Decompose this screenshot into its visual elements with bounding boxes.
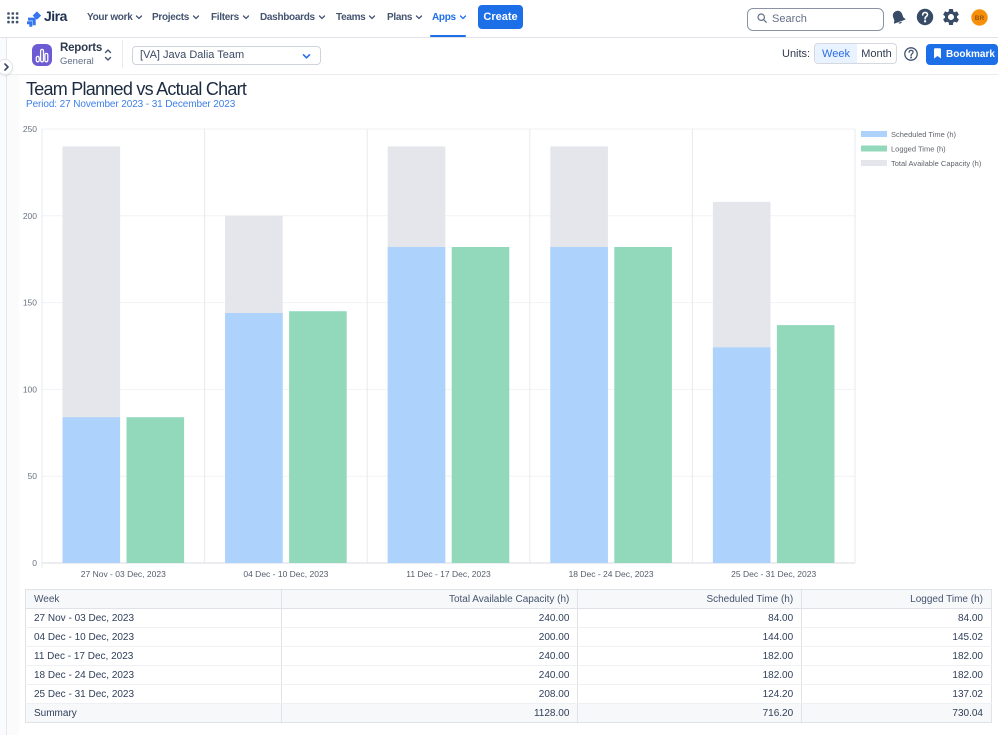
svg-text:50: 50 [28,471,38,481]
svg-text:11 Dec - 17 Dec, 2023: 11 Dec - 17 Dec, 2023 [406,569,491,579]
svg-text:27 Nov - 03 Dec, 2023: 27 Nov - 03 Dec, 2023 [81,569,166,579]
svg-text:Scheduled Time (h): Scheduled Time (h) [891,130,957,139]
svg-text:18 Dec - 24 Dec, 2023: 18 Dec - 24 Dec, 2023 [569,569,654,579]
svg-text:150: 150 [23,298,37,308]
svg-text:Logged Time (h): Logged Time (h) [891,145,946,154]
svg-text:04 Dec - 10 Dec, 2023: 04 Dec - 10 Dec, 2023 [243,569,328,579]
svg-text:25 Dec - 31 Dec, 2023: 25 Dec - 31 Dec, 2023 [731,569,816,579]
svg-text:100: 100 [23,384,37,394]
svg-text:0: 0 [32,558,37,568]
svg-text:Total Available Capacity (h): Total Available Capacity (h) [891,159,982,168]
svg-text:200: 200 [23,211,37,221]
svg-text:250: 250 [23,124,37,134]
